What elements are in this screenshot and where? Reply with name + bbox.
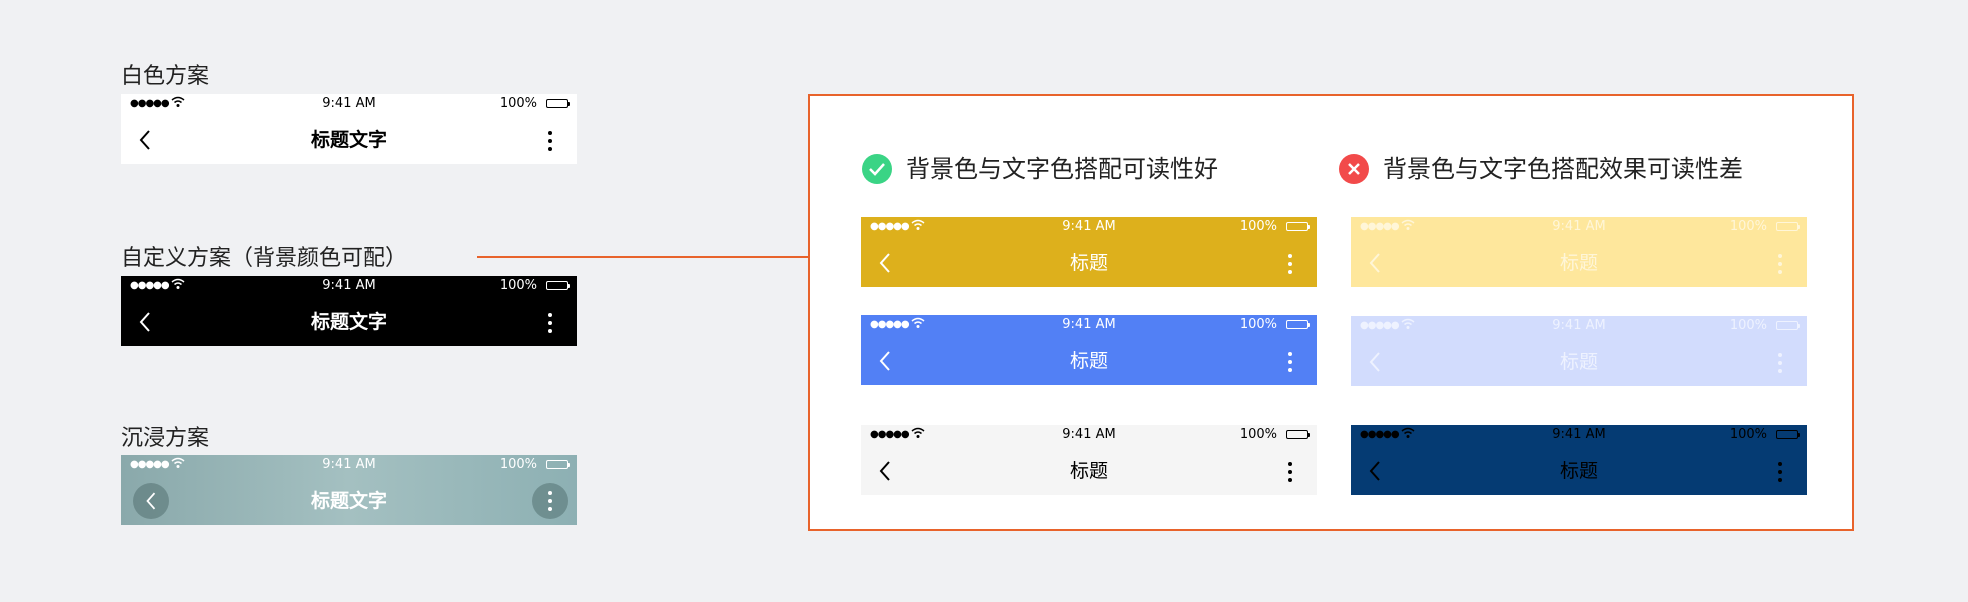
battery-percent: 100%	[1729, 318, 1767, 333]
immersive-scheme-label: 沉浸方案	[121, 426, 210, 451]
battery-percent: 100%	[1239, 317, 1277, 332]
status-bar: ●●●●● 9:41 AM 100%	[121, 455, 577, 475]
status-bar: ●●●●● 9:41 AM 100%	[1351, 425, 1807, 445]
more-button[interactable]	[532, 483, 568, 519]
page-title: 标题文字	[310, 490, 387, 512]
page-title: 标题	[1559, 460, 1598, 482]
battery-percent: 100%	[1239, 427, 1277, 442]
page-title: 标题	[1069, 252, 1108, 274]
good-navbar-blue: ●●●●● 9:41 AM 100% 标题	[861, 315, 1317, 385]
bad-navbar-lavender: ●●●●● 9:41 AM 100% 标题	[1351, 316, 1807, 386]
good-navbar-gold: ●●●●● 9:41 AM 100% 标题	[861, 217, 1317, 287]
page-title: 标题	[1559, 252, 1598, 274]
battery-icon	[1776, 430, 1800, 439]
good-example-heading: 背景色与文字色搭配可读性好	[906, 155, 1218, 183]
check-icon	[869, 163, 885, 176]
check-icon-badge	[862, 154, 892, 184]
status-bar: ●●●●● 9:41 AM 100%	[121, 94, 577, 114]
more-vertical-icon[interactable]	[1287, 461, 1293, 483]
custom-scheme-label: 自定义方案（背景颜色可配）	[121, 246, 408, 271]
more-vertical-icon[interactable]	[1777, 352, 1783, 374]
status-bar: ●●●●● 9:41 AM 100%	[121, 276, 577, 296]
bad-navbar-navy: ●●●●● 9:41 AM 100% 标题	[1351, 425, 1807, 495]
bad-example-heading: 背景色与文字色搭配效果可读性差	[1383, 155, 1743, 183]
white-navbar: ●●●●● 9:41 AM 100% 标题文字	[121, 94, 577, 164]
good-navbar-light: ●●●●● 9:41 AM 100% 标题	[861, 425, 1317, 495]
battery-icon	[1286, 320, 1310, 329]
more-vertical-icon[interactable]	[1777, 461, 1783, 483]
more-vertical-icon[interactable]	[1287, 253, 1293, 275]
more-vertical-icon	[548, 491, 552, 511]
close-icon-badge	[1339, 154, 1369, 184]
more-vertical-icon[interactable]	[547, 312, 553, 334]
page-title: 标题	[1069, 460, 1108, 482]
battery-percent: 100%	[499, 457, 537, 472]
battery-percent: 100%	[1729, 219, 1767, 234]
connector-line	[477, 256, 809, 258]
custom-navbar: ●●●●● 9:41 AM 100% 标题文字	[121, 276, 577, 346]
battery-icon	[546, 99, 570, 108]
battery-icon	[1286, 430, 1310, 439]
page-title: 标题	[1559, 351, 1598, 373]
page-title: 标题文字	[310, 311, 387, 333]
page-title: 标题文字	[310, 129, 387, 151]
immersive-navbar: ●●●●● 9:41 AM 100% 标题文字	[121, 455, 577, 525]
page-title: 标题	[1069, 350, 1108, 372]
battery-icon	[1776, 222, 1800, 231]
more-vertical-icon[interactable]	[1287, 351, 1293, 373]
status-bar: ●●●●● 9:41 AM 100%	[861, 425, 1317, 445]
more-vertical-icon[interactable]	[547, 130, 553, 152]
status-bar: ●●●●● 9:41 AM 100%	[861, 217, 1317, 237]
battery-icon	[546, 460, 570, 469]
status-bar: ●●●●● 9:41 AM 100%	[1351, 316, 1807, 336]
status-bar: ●●●●● 9:41 AM 100%	[861, 315, 1317, 335]
battery-percent: 100%	[499, 278, 537, 293]
battery-percent: 100%	[499, 96, 537, 111]
battery-icon	[1776, 321, 1800, 330]
more-vertical-icon[interactable]	[1777, 253, 1783, 275]
white-scheme-label: 白色方案	[121, 64, 210, 89]
battery-icon	[1286, 222, 1310, 231]
battery-icon	[546, 281, 570, 290]
close-icon	[1348, 163, 1360, 175]
bad-navbar-yellow: ●●●●● 9:41 AM 100% 标题	[1351, 217, 1807, 287]
battery-percent: 100%	[1729, 427, 1767, 442]
status-bar: ●●●●● 9:41 AM 100%	[1351, 217, 1807, 237]
examples-panel: 背景色与文字色搭配可读性好 背景色与文字色搭配效果可读性差 ●●●●● 9:41…	[808, 94, 1854, 531]
battery-percent: 100%	[1239, 219, 1277, 234]
